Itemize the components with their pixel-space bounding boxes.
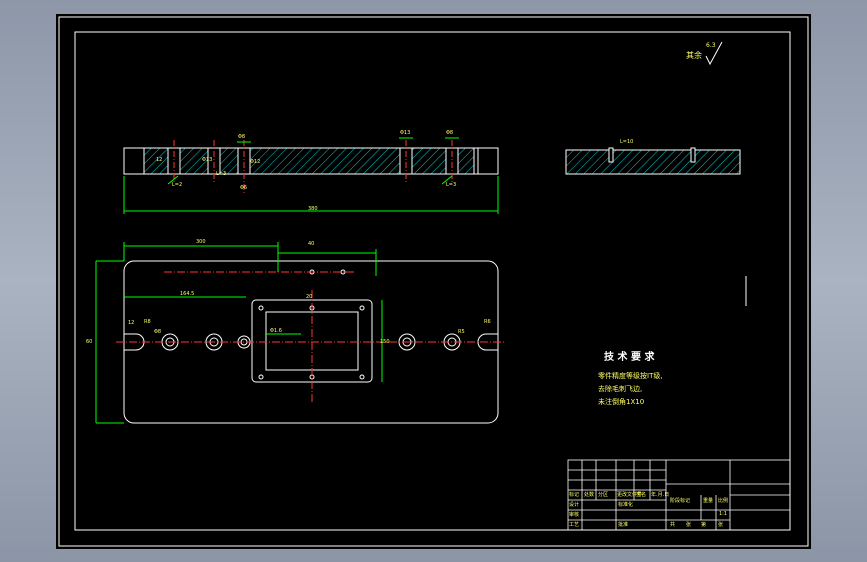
tb-label-sheets-1: 张 bbox=[686, 522, 692, 528]
inner-border bbox=[74, 31, 791, 531]
front-dim-4: 12 bbox=[156, 157, 163, 163]
cad-viewport[interactable]: 其余 6.3 Φ8 Φ13 Φ8 12 Φ13 Φ12 Φ6 L=2 L=3 L… bbox=[56, 14, 811, 549]
front-dim-11: 380 bbox=[308, 206, 318, 212]
tech-req-line-3: 未注倒角1X10 bbox=[598, 398, 645, 406]
front-dim-3: Φ8 bbox=[446, 130, 454, 136]
tb-label-total: 共 bbox=[670, 522, 676, 528]
cad-drawing bbox=[58, 16, 809, 547]
front-dim-9: L=3 bbox=[216, 171, 227, 177]
front-dim-5: Φ13 bbox=[202, 157, 213, 163]
tb-label-zone: 分区 bbox=[598, 492, 609, 498]
plan-dim-11: R5 bbox=[458, 329, 465, 335]
plan-dim-4: 12 bbox=[128, 320, 135, 326]
front-dim-8: L=2 bbox=[172, 182, 183, 188]
tb-label-sheet-no: 第 bbox=[701, 522, 707, 528]
tb-label-date: 年.月.日 bbox=[651, 492, 670, 498]
side-dim-1: L=10 bbox=[620, 139, 634, 145]
tb-label-mark: 标记 bbox=[569, 492, 580, 498]
plan-dim-9: 20 bbox=[306, 294, 313, 300]
tb-label-weight: 重量 bbox=[703, 498, 714, 504]
roughness-prefix: 其余 bbox=[686, 51, 702, 60]
plan-dim-3: 164.5 bbox=[180, 291, 195, 297]
tb-label-sheets-2: 张 bbox=[718, 522, 724, 528]
plan-dim-1: 300 bbox=[196, 239, 206, 245]
front-dim-10: L=3 bbox=[446, 182, 457, 188]
roughness-value: 6.3 bbox=[706, 42, 716, 49]
plan-dim-5: R8 bbox=[144, 319, 151, 325]
tb-label-review: 审核 bbox=[569, 512, 580, 518]
plan-dim-6: Φ8 bbox=[154, 329, 162, 335]
side-view bbox=[565, 147, 747, 306]
front-dim-7: Φ6 bbox=[240, 185, 248, 191]
front-dim-6: Φ12 bbox=[250, 159, 261, 165]
tech-req-line-1: 零件精度等级按IT级, bbox=[598, 372, 663, 380]
tb-label-stage: 阶段标记 bbox=[670, 498, 691, 504]
tech-req-line-2: 去除毛刺飞边, bbox=[598, 385, 643, 393]
plan-dim-10: 150 bbox=[380, 339, 390, 345]
front-view bbox=[123, 137, 499, 214]
outer-border bbox=[58, 16, 809, 547]
tb-label-process: 工艺 bbox=[569, 522, 580, 528]
plan-dim-8: Φ1.6 bbox=[270, 328, 282, 334]
front-dim-1: Φ8 bbox=[238, 134, 246, 140]
tech-req-title: 技 术 要 求 bbox=[604, 352, 655, 363]
front-dim-2: Φ13 bbox=[400, 130, 411, 136]
plan-dim-12: R6 bbox=[484, 319, 491, 325]
plan-dim-7: 60 bbox=[86, 339, 93, 345]
tb-label-count: 处数 bbox=[584, 492, 595, 498]
tb-label-scale-value: 1:1 bbox=[719, 511, 728, 517]
tb-label-sign: 签名 bbox=[636, 492, 647, 498]
tb-label-design: 设计 bbox=[569, 502, 580, 508]
tb-label-scale: 比例 bbox=[718, 498, 729, 504]
plan-dim-2: 40 bbox=[308, 241, 315, 247]
tb-label-approve: 批准 bbox=[618, 522, 629, 528]
tb-label-standard: 标准化 bbox=[618, 502, 634, 508]
